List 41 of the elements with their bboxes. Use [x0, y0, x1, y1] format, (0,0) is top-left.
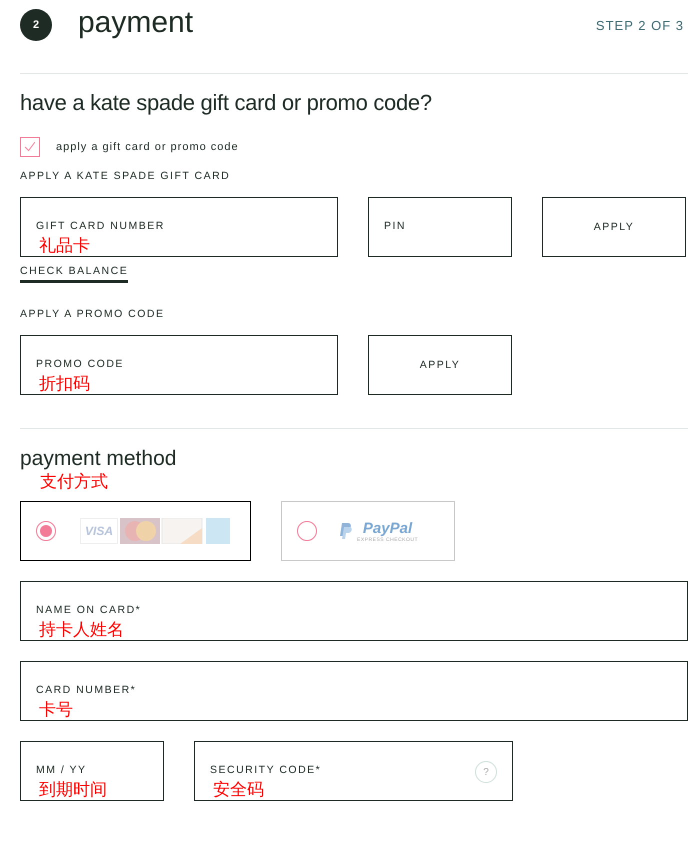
paypal-icon — [339, 522, 353, 540]
payment-method-heading: payment method — [20, 447, 178, 471]
annotation-text: 支付方式 — [40, 472, 108, 492]
check-icon — [23, 140, 37, 154]
promo-code-field[interactable]: PROMO CODE 折扣码 — [20, 335, 338, 395]
check-balance-link[interactable]: CHECK BALANCE — [20, 265, 128, 283]
apply-button[interactable]: APPLY — [542, 197, 686, 257]
card-input-field[interactable]: SECURITY CODE* ? 安全码 — [194, 741, 513, 801]
gift-card-label: APPLY A KATE SPADE GIFT CARD — [20, 170, 232, 182]
text-input[interactable]: MM / YY — [36, 761, 148, 779]
text-input[interactable]: GIFT CARD NUMBER — [36, 217, 322, 235]
section-title: payment — [78, 6, 194, 40]
paypal-logo-text: PayPal — [362, 520, 412, 536]
annotation-text: 卡号 — [39, 700, 73, 720]
checkbox-label: apply a gift card or promo code — [56, 141, 239, 153]
text-input[interactable]: SECURITY CODE* — [210, 761, 457, 779]
pin-field[interactable]: PIN — [368, 197, 512, 257]
radio-button[interactable] — [36, 521, 56, 541]
step-number-badge: 2 — [20, 9, 52, 41]
gift-card-number-field[interactable]: GIFT CARD NUMBER 礼品卡 — [20, 197, 338, 257]
text-input[interactable]: CARD NUMBER* — [36, 681, 672, 699]
text-input[interactable]: NAME ON CARD* — [36, 601, 672, 619]
card-input-field[interactable]: NAME ON CARD* 持卡人姓名 — [20, 581, 688, 641]
help-icon[interactable]: ? — [475, 761, 497, 783]
step-indicator: STEP 2 OF 3 — [596, 18, 684, 32]
radio-button[interactable] — [297, 521, 317, 541]
card-logo: VISA — [80, 518, 118, 544]
annotation-text: 持卡人姓名 — [39, 620, 124, 640]
annotation-text: 安全码 — [213, 780, 264, 800]
card-input-field[interactable]: CARD NUMBER* 卡号 — [20, 661, 688, 721]
text-input[interactable]: PIN — [384, 217, 496, 235]
promo-heading: have a kate spade gift card or promo code? — [20, 90, 433, 116]
apply-button[interactable]: APPLY — [368, 335, 512, 395]
annotation-text: 到期时间 — [39, 780, 107, 800]
card-logos-icon — [120, 518, 230, 544]
annotation-text: 礼品卡 — [39, 236, 90, 256]
annotation-text: 折扣码 — [39, 374, 90, 394]
promo-code-label: APPLY A PROMO CODE — [20, 308, 166, 320]
text-input[interactable]: PROMO CODE — [36, 355, 322, 373]
card-input-field[interactable]: MM / YY 到期时间 — [20, 741, 164, 801]
checkbox[interactable] — [20, 137, 40, 157]
